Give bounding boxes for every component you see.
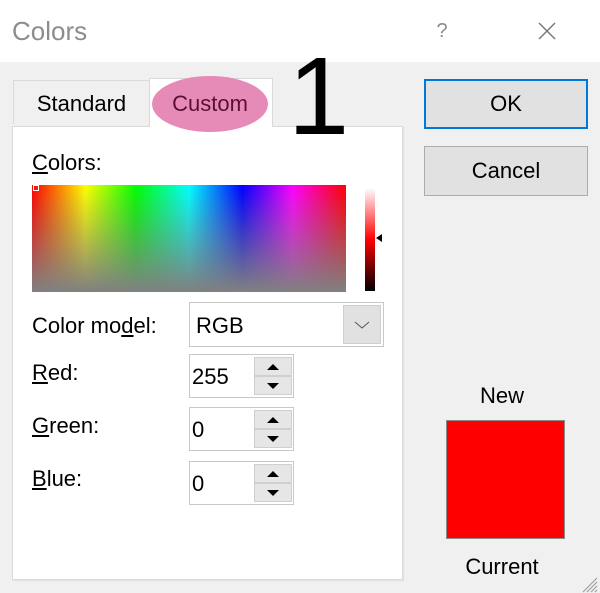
arrow-up-icon xyxy=(267,470,279,477)
color-model-label-post: el: xyxy=(133,313,157,338)
chevron-down-icon xyxy=(354,321,370,329)
color-preview-swatch xyxy=(446,420,565,539)
tab-custom-label[interactable]: Custom xyxy=(152,76,268,132)
green-value[interactable]: 0 xyxy=(192,408,204,452)
spectrum-crosshair[interactable] xyxy=(33,185,39,191)
green-increment-button[interactable] xyxy=(254,410,292,429)
red-label-accel: R xyxy=(32,360,48,385)
red-label-rest: ed: xyxy=(47,360,79,385)
green-label-rest: reen: xyxy=(49,413,100,438)
colors-label-rest: olors: xyxy=(47,150,102,175)
red-increment-button[interactable] xyxy=(254,357,292,376)
help-button[interactable]: ? xyxy=(432,18,452,44)
blue-label-rest: lue: xyxy=(46,466,83,491)
luminance-slider-arrow-icon[interactable] xyxy=(376,234,382,242)
color-model-value: RGB xyxy=(196,313,244,338)
blue-increment-button[interactable] xyxy=(254,464,292,483)
current-color-swatch xyxy=(447,479,564,538)
blue-value[interactable]: 0 xyxy=(192,462,204,506)
ok-button[interactable]: OK xyxy=(424,79,588,129)
arrow-up-icon xyxy=(267,363,279,370)
close-button[interactable] xyxy=(532,16,562,46)
resize-grip-icon[interactable] xyxy=(578,573,598,593)
new-color-swatch xyxy=(447,421,564,480)
colors-label: Colors: xyxy=(32,150,102,176)
colors-label-accel: C xyxy=(32,150,48,175)
current-color-label: Current xyxy=(465,554,539,579)
red-decrement-button[interactable] xyxy=(254,376,292,395)
green-label-accel: G xyxy=(32,413,50,438)
blue-label-accel: B xyxy=(32,466,47,491)
green-decrement-button[interactable] xyxy=(254,429,292,448)
color-model-dropdown-button[interactable] xyxy=(343,305,381,344)
dialog-title: Colors xyxy=(12,16,88,46)
arrow-down-icon xyxy=(267,382,279,389)
color-spectrum-picker[interactable] xyxy=(32,185,346,292)
green-stepper[interactable]: 0 xyxy=(189,407,294,451)
annotation-step-number: 1 xyxy=(288,35,350,158)
green-label: Green: xyxy=(32,413,99,439)
blue-label: Blue: xyxy=(32,466,82,492)
blue-stepper[interactable]: 0 xyxy=(189,461,294,505)
red-value[interactable]: 255 xyxy=(192,355,229,399)
red-stepper[interactable]: 255 xyxy=(189,354,294,398)
arrow-down-icon xyxy=(267,489,279,496)
new-color-label: New xyxy=(479,383,524,408)
blue-decrement-button[interactable] xyxy=(254,483,292,502)
arrow-down-icon xyxy=(267,435,279,442)
tab-standard[interactable]: Standard xyxy=(13,80,149,124)
red-label: Red: xyxy=(32,360,78,386)
close-icon xyxy=(538,22,556,40)
luminance-slider[interactable] xyxy=(365,188,375,291)
arrow-up-icon xyxy=(267,416,279,423)
color-model-select[interactable]: RGB xyxy=(189,302,384,347)
color-model-label-pre: Color mo xyxy=(32,313,122,338)
color-model-label: Color model: xyxy=(32,313,157,339)
cancel-button[interactable]: Cancel xyxy=(424,146,588,196)
color-model-label-accel: d xyxy=(121,313,134,338)
